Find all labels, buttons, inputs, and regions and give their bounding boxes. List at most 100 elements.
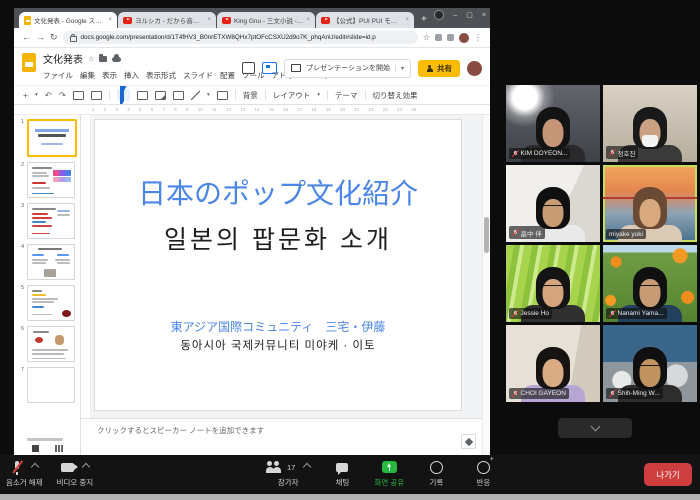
line-caret-icon[interactable]: ▾ <box>207 92 210 98</box>
reload-icon[interactable]: ↻ <box>50 33 58 42</box>
slide-thumbnail-5[interactable]: 5 <box>18 285 76 321</box>
move-folder-icon[interactable] <box>99 56 107 62</box>
unmute-button[interactable]: 음소거 해제 <box>6 459 43 488</box>
address-input[interactable]: docs.google.com/presentation/d/1T4fHV3_B… <box>63 31 418 44</box>
theme-button[interactable]: テーマ <box>335 90 358 101</box>
video-tile-hatanaka[interactable]: 畠中 伴 <box>506 165 600 242</box>
explore-button[interactable] <box>461 434 476 449</box>
browser-scrollbar[interactable] <box>482 115 490 455</box>
browser-menu-icon[interactable]: ⋮ <box>474 33 482 42</box>
new-tab-button[interactable]: + <box>421 15 427 25</box>
tab-close-icon[interactable]: × <box>108 17 112 23</box>
background-button[interactable]: 背景 <box>243 90 258 101</box>
video-options-chevron-icon[interactable] <box>82 463 90 471</box>
print-icon[interactable] <box>73 91 84 100</box>
reactions-button[interactable]: 반응 <box>468 459 498 488</box>
slide-thumbnail-6[interactable]: 6 <box>18 326 76 362</box>
video-tile-kim-doyeon[interactable]: KIM DOYEON... <box>506 85 600 162</box>
presenter-view-icon[interactable] <box>262 62 277 74</box>
video-tile-miyake-yuki-active-speaker[interactable]: miyake yuki <box>603 165 697 242</box>
star-document-icon[interactable]: ☆ <box>88 55 94 63</box>
start-presentation-button[interactable]: プレゼンテーションを開始 ▾ <box>284 59 411 78</box>
insert-line-icon[interactable] <box>191 91 200 100</box>
menu-slide[interactable]: スライド <box>183 70 213 81</box>
slide-subtitle-textbox[interactable]: 東アジア国際コミュニティ 三宅・伊藤 동아시아 국제커뮤니티 미야케 · 이토 <box>95 318 461 353</box>
text-box-icon[interactable] <box>137 91 148 100</box>
thumbnail-preview[interactable] <box>27 326 75 362</box>
show-more-participants-button[interactable] <box>558 418 632 438</box>
new-slide-caret-icon[interactable]: ▾ <box>35 92 38 98</box>
back-icon[interactable]: ← <box>22 33 31 42</box>
transition-button[interactable]: 切り替え効果 <box>373 90 418 101</box>
video-tile-nanami-yama[interactable]: Nanami Yama... <box>603 245 697 322</box>
slide-thumbnail-1[interactable]: 1 <box>18 119 76 157</box>
menu-insert[interactable]: 挿入 <box>124 70 139 81</box>
window-minimize-button[interactable]: – <box>453 12 457 19</box>
paint-format-icon[interactable] <box>91 91 102 100</box>
video-tile-shih-ming[interactable]: Shih-Ming W... <box>603 325 697 402</box>
browser-profile-icon[interactable] <box>434 10 444 20</box>
thumbnail-preview[interactable] <box>27 367 75 403</box>
slide-thumbnail-2[interactable]: 2 <box>18 162 76 198</box>
video-tile-jeong-hojin[interactable]: 정호진 <box>603 85 697 162</box>
slide-thumbnail-3[interactable]: 3 <box>18 203 76 239</box>
layout-button[interactable]: レイアウト <box>273 90 311 101</box>
account-avatar[interactable] <box>467 61 482 76</box>
filmstrip-view-icon[interactable] <box>32 445 39 452</box>
insert-comment-icon[interactable] <box>217 91 228 100</box>
share-screen-button[interactable]: 화면 공유 <box>374 459 404 488</box>
layout-caret-icon[interactable]: ▾ <box>317 92 320 98</box>
menu-file[interactable]: ファイル <box>43 70 73 81</box>
grid-view-icon[interactable] <box>55 445 63 452</box>
extension-icon[interactable] <box>435 34 442 41</box>
thumbnail-preview[interactable] <box>27 162 75 198</box>
redo-icon[interactable]: ↷ <box>59 91 66 100</box>
browser-avatar[interactable] <box>459 33 469 43</box>
tab-youtube-1[interactable]: ヨルシカ - だから音楽を辞めた - YouTube × <box>118 12 216 28</box>
speaker-notes[interactable]: クリックするとスピーカー ノートを追加できます <box>81 418 482 455</box>
undo-icon[interactable]: ↶ <box>45 91 52 100</box>
bookmark-star-icon[interactable]: ☆ <box>423 33 430 42</box>
extension-icon[interactable] <box>447 34 454 41</box>
document-title[interactable]: 文化発表 <box>43 51 83 66</box>
audio-options-chevron-icon[interactable] <box>31 463 39 471</box>
stop-video-button[interactable]: 비디오 중지 <box>57 459 94 488</box>
thumbnail-preview[interactable] <box>27 203 75 239</box>
tab-youtube-2[interactable]: King Gnu - 三文小説 - YouTube × <box>217 12 315 28</box>
slide-thumbnail-4[interactable]: 4 <box>18 244 76 280</box>
share-button[interactable]: 共有 <box>418 60 460 77</box>
menu-format[interactable]: 表示形式 <box>146 70 176 81</box>
thumbnail-preview[interactable] <box>27 244 75 280</box>
tab-close-icon[interactable]: × <box>306 17 310 23</box>
menu-edit[interactable]: 編集 <box>80 70 95 81</box>
insert-shape-icon[interactable] <box>173 91 184 100</box>
select-tool-active[interactable] <box>117 89 130 101</box>
scrollbar-thumb[interactable] <box>484 217 489 253</box>
participants-button[interactable]: 17 참가자 <box>266 459 310 488</box>
comment-history-icon[interactable] <box>242 62 255 74</box>
tab-youtube-3[interactable]: 【公式】PUI PUI モルカー 第1話 - YouTube × <box>316 12 414 28</box>
forward-icon[interactable]: → <box>36 33 45 42</box>
new-slide-button[interactable]: + <box>23 91 28 100</box>
menu-view[interactable]: 表示 <box>102 70 117 81</box>
participants-chevron-icon[interactable] <box>303 463 311 471</box>
slide-thumbnail-7[interactable]: 7 <box>18 367 76 403</box>
current-slide[interactable]: 日本のポップ文化紹介 일본의 팝문화 소개 東アジア国際コミュニティ 三宅・伊藤… <box>94 119 462 411</box>
tab-close-icon[interactable]: × <box>405 17 409 23</box>
tab-close-icon[interactable]: × <box>207 17 211 23</box>
record-button[interactable]: 기록 <box>421 459 451 488</box>
insert-image-icon[interactable] <box>155 91 166 100</box>
menu-arrange[interactable]: 配置 <box>220 70 235 81</box>
present-options-caret-icon[interactable]: ▾ <box>395 65 404 72</box>
window-maximize-button[interactable]: ▢ <box>466 11 473 19</box>
tab-google-slides[interactable]: 文化発表 - Google スライド × <box>19 12 117 28</box>
video-tile-choi-gayeon[interactable]: CHOI GAYEON <box>506 325 600 402</box>
thumbnail-preview[interactable] <box>27 285 75 321</box>
filmstrip-scrollbar[interactable] <box>27 438 63 441</box>
thumbnail-preview[interactable] <box>27 119 77 157</box>
chat-button[interactable]: 채팅 <box>327 459 357 488</box>
video-tile-jessie-ho[interactable]: Jessie Ho <box>506 245 600 322</box>
leave-meeting-button[interactable]: 나가기 <box>644 463 692 486</box>
window-close-button[interactable]: × <box>482 12 486 19</box>
slide-title-textbox[interactable]: 日本のポップ文化紹介 일본의 팝문화 소개 <box>95 172 461 256</box>
